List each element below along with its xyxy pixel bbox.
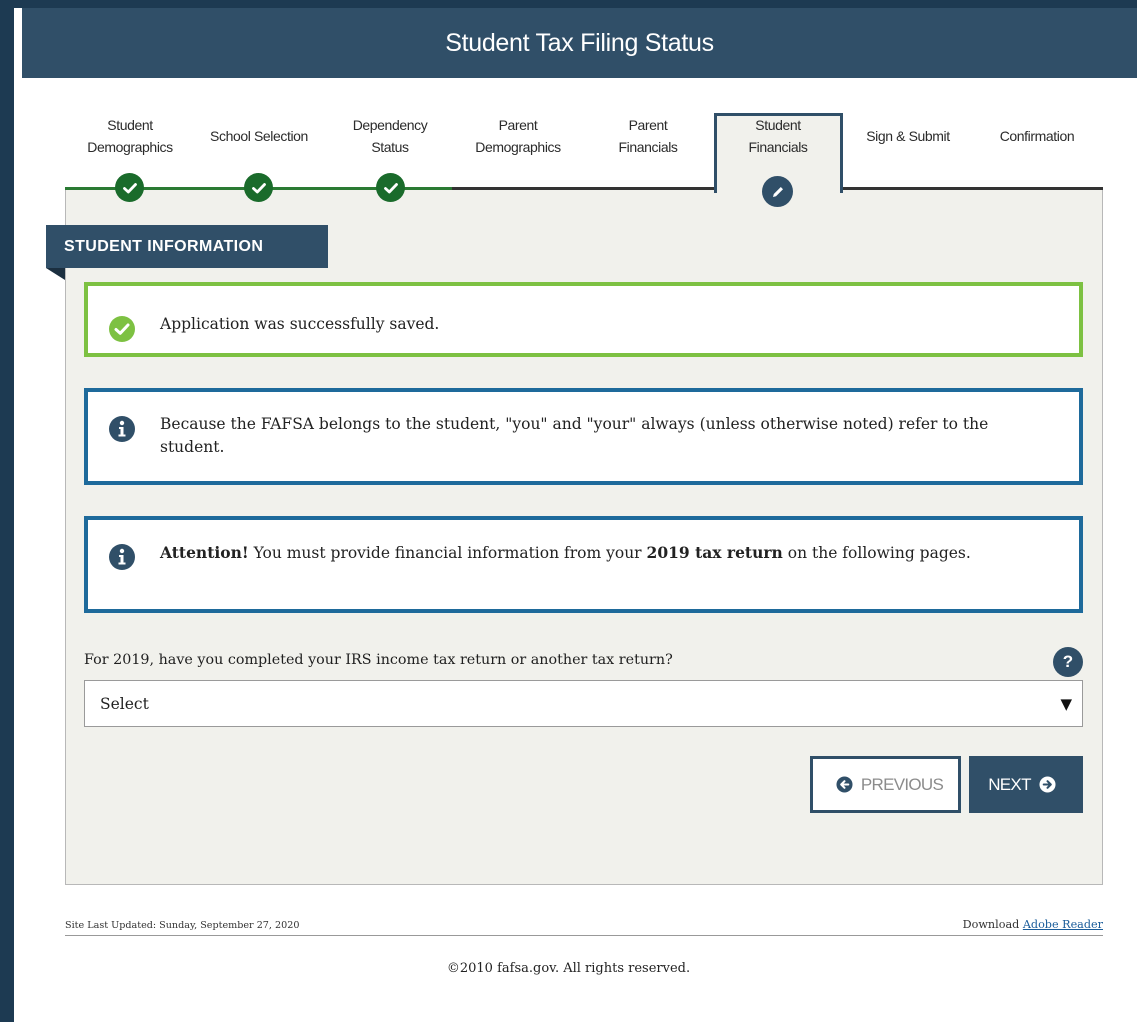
step-sign-submit[interactable]: Sign & Submit: [848, 114, 968, 158]
adobe-reader-link[interactable]: Adobe Reader: [1023, 918, 1103, 931]
download-reader: Download Adobe Reader: [963, 918, 1103, 931]
success-alert-text: Application was successfully saved.: [160, 315, 440, 333]
check-circle-icon: [109, 316, 135, 342]
tax-return-question: For 2019, have you completed your IRS in…: [84, 652, 673, 668]
step-school-selection[interactable]: School Selection: [195, 114, 323, 158]
tax-return-select-value: Select: [100, 694, 149, 713]
previous-button[interactable]: PREVIOUS: [810, 756, 961, 813]
attention-tax-year: 2019 tax return: [646, 543, 783, 562]
step-dependency-status[interactable]: Dependency Status: [335, 114, 445, 158]
info-circle-icon: [109, 544, 135, 570]
info-alert-attention-text: Attention! You must provide financial in…: [160, 541, 971, 565]
page-header: Student Tax Filing Status: [22, 8, 1137, 78]
page-title: Student Tax Filing Status: [445, 28, 714, 57]
info-alert-student-text: Because the FAFSA belongs to the student…: [160, 415, 989, 456]
step-parent-demographics[interactable]: Parent Demographics: [458, 114, 578, 158]
arrow-right-circle-icon: [1039, 776, 1056, 793]
step-student-demographics[interactable]: Student Demographics: [75, 114, 185, 158]
attention-text-1: You must provide financial information f…: [248, 544, 647, 562]
check-icon: [115, 173, 144, 202]
step-student-financials[interactable]: Student Financials: [728, 114, 828, 158]
footer-divider: [65, 935, 1103, 936]
step-parent-financials[interactable]: Parent Financials: [598, 114, 698, 158]
previous-button-label: PREVIOUS: [860, 774, 944, 794]
caret-down-icon: ▼: [1060, 694, 1072, 713]
help-icon[interactable]: ?: [1053, 647, 1083, 677]
attention-text-2: on the following pages.: [782, 544, 971, 562]
section-title: STUDENT INFORMATION: [46, 225, 328, 268]
check-icon: [244, 173, 273, 202]
tax-return-select[interactable]: Select ▼: [84, 680, 1083, 727]
download-prefix: Download: [962, 918, 1023, 931]
copyright: ©2010 fafsa.gov. All rights reserved.: [446, 961, 691, 976]
progress-line-pending-right: [843, 187, 1103, 190]
next-button-label: NEXT: [988, 774, 1031, 794]
pencil-icon: [762, 176, 793, 207]
progress-line-pending: [452, 187, 714, 190]
success-alert: Application was successfully saved.: [84, 282, 1083, 357]
next-button[interactable]: NEXT: [969, 756, 1083, 813]
info-alert-student: Because the FAFSA belongs to the student…: [84, 388, 1083, 485]
arrow-left-circle-icon: [836, 776, 853, 793]
info-circle-icon: [109, 416, 135, 442]
info-alert-attention: Attention! You must provide financial in…: [84, 516, 1083, 613]
site-last-updated: Site Last Updated: Sunday, September 27,…: [65, 920, 300, 931]
check-icon: [376, 173, 405, 202]
section-tag-fold: [46, 268, 65, 280]
step-confirmation[interactable]: Confirmation: [978, 114, 1096, 158]
attention-label: Attention!: [160, 543, 249, 562]
